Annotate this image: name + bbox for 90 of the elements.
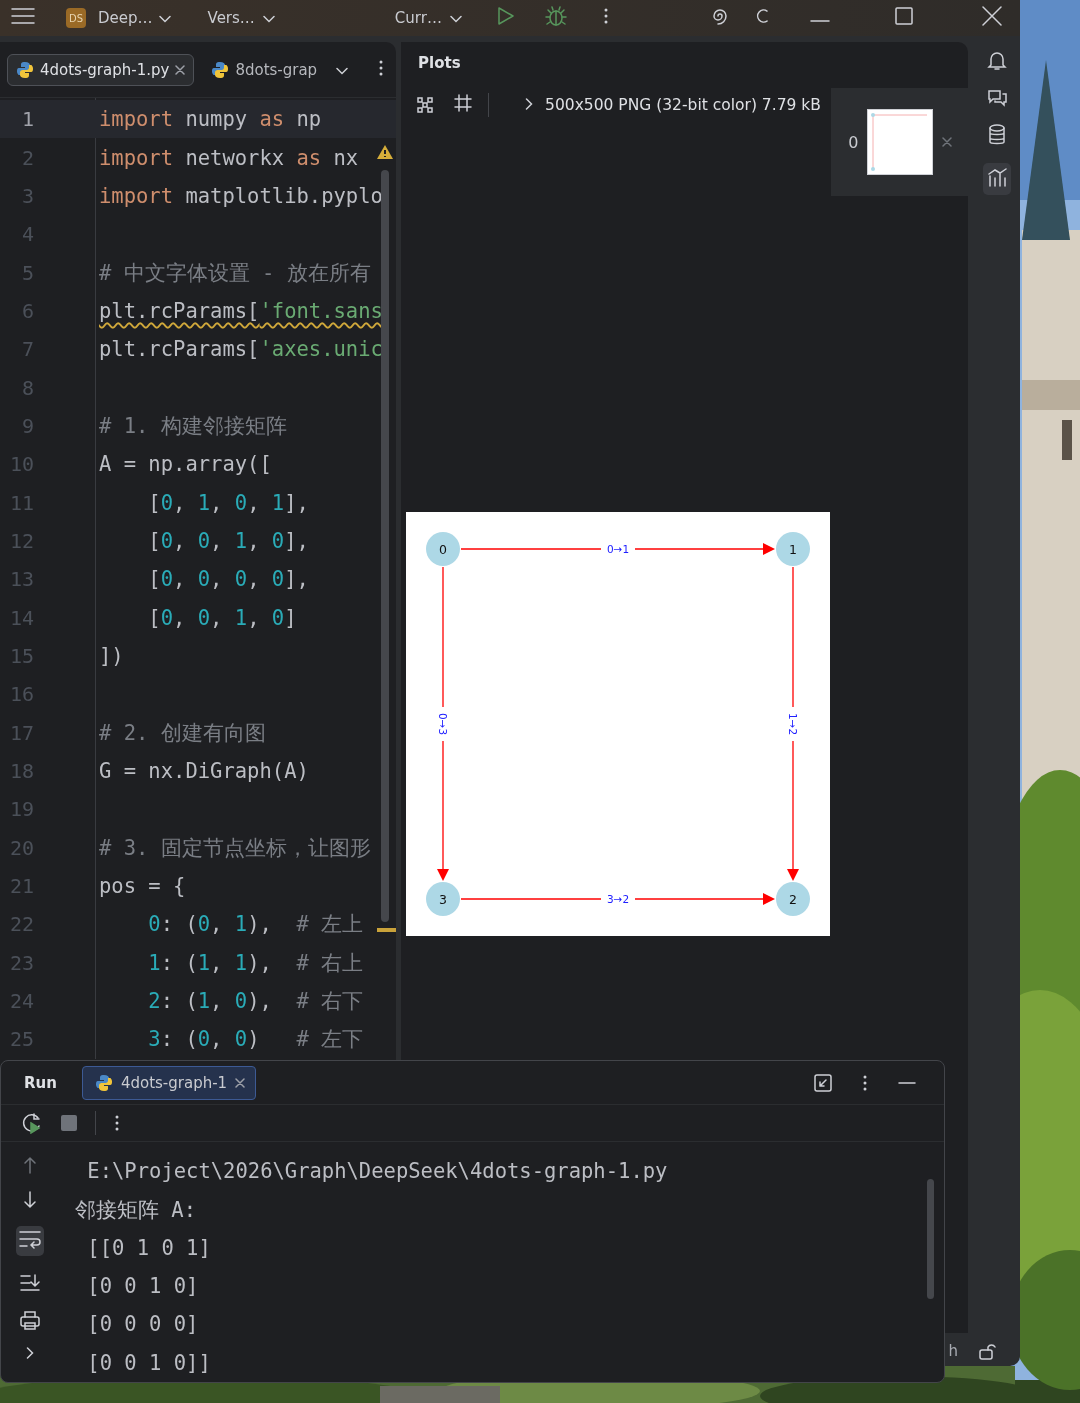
vcs-menu[interactable]: Vers… bbox=[207, 9, 255, 27]
edge-label: 3→2 bbox=[606, 893, 630, 905]
down-arrow-icon[interactable] bbox=[23, 1191, 37, 1210]
code-line: [0, 0, 1, 0] bbox=[147, 605, 297, 630]
more-icon[interactable] bbox=[378, 58, 385, 77]
edge-label: 0→1 bbox=[606, 543, 630, 555]
code-line: plt.rcParams['font.sans bbox=[99, 298, 383, 323]
python-icon bbox=[94, 1073, 113, 1092]
edge-label: 1→2 bbox=[787, 712, 800, 736]
panel-title: Run bbox=[24, 1073, 57, 1092]
code-line: G = nx.DiGraph(A) bbox=[99, 759, 309, 783]
code-line: # 2. 创建有向图 bbox=[99, 720, 266, 745]
minimize-icon[interactable] bbox=[898, 1080, 916, 1085]
line-number: 1 bbox=[20, 107, 34, 132]
status-text: h bbox=[948, 1342, 958, 1360]
file-tab[interactable]: 4dots-graph-1.py bbox=[7, 53, 195, 86]
run-config-menu[interactable]: Curr… bbox=[394, 9, 442, 27]
code-line: [0, 1, 0, 1], bbox=[147, 490, 309, 515]
more-icon[interactable] bbox=[862, 1073, 868, 1092]
scroll-to-end-icon[interactable] bbox=[20, 1273, 40, 1294]
more-icon[interactable] bbox=[114, 1114, 120, 1133]
output-line: [0 0 1 0] bbox=[86, 1273, 200, 1301]
soft-wrap-icon[interactable] bbox=[19, 1229, 41, 1250]
scrollbar[interactable] bbox=[927, 1179, 934, 1299]
python-icon bbox=[211, 60, 230, 79]
code-line: pos = { bbox=[99, 874, 186, 899]
code-line: import networkx as nx bbox=[99, 145, 359, 170]
output-line: [0 0 0 0] bbox=[86, 1311, 200, 1339]
bug-icon[interactable] bbox=[544, 5, 567, 27]
output-line: E:\Project\2026\Graph\DeepSeek\4dots-graph-1.py bbox=[86, 1158, 668, 1186]
maximize-icon[interactable] bbox=[894, 7, 913, 25]
graph-node: 2 bbox=[776, 882, 811, 916]
graph-node: 0 bbox=[426, 532, 461, 566]
scroll-marker bbox=[377, 928, 396, 932]
code-line: ]) bbox=[99, 644, 124, 668]
close-icon[interactable] bbox=[235, 1077, 246, 1088]
warning-icon[interactable] bbox=[376, 144, 394, 160]
fit-icon[interactable] bbox=[416, 96, 435, 114]
chevron-down-icon[interactable] bbox=[449, 15, 462, 23]
ai-chat-icon[interactable] bbox=[985, 87, 1008, 107]
up-arrow-icon[interactable] bbox=[23, 1156, 37, 1175]
chevron-right-icon[interactable] bbox=[26, 1347, 34, 1360]
plot-thumbnail[interactable] bbox=[867, 109, 934, 175]
arc-icon[interactable] bbox=[754, 8, 769, 24]
output-line: [[0 1 0 1] bbox=[86, 1234, 212, 1262]
project-badge: DS bbox=[66, 8, 86, 28]
project-menu[interactable]: Deep… bbox=[98, 9, 153, 27]
print-icon[interactable] bbox=[20, 1310, 40, 1331]
code-line: import numpy as np bbox=[99, 107, 322, 132]
bell-icon[interactable] bbox=[986, 50, 1007, 70]
lock-icon[interactable] bbox=[978, 1342, 996, 1360]
chart-icon[interactable] bbox=[986, 167, 1007, 187]
code-line: # 中文字体设置 - 放在所有 bbox=[99, 260, 371, 285]
run-icon[interactable] bbox=[496, 6, 515, 26]
chevron-right-icon[interactable] bbox=[525, 98, 534, 110]
output-line: [0 0 1 0]] bbox=[86, 1349, 212, 1377]
scrollbar[interactable] bbox=[381, 170, 389, 922]
chevron-down-icon[interactable] bbox=[158, 15, 171, 23]
more-icon[interactable] bbox=[602, 7, 609, 25]
edge-label: 0→3 bbox=[437, 712, 450, 736]
database-icon[interactable] bbox=[986, 124, 1007, 146]
code-line: plt.rcParams['axes.unic bbox=[99, 337, 383, 362]
chevron-down-icon[interactable] bbox=[262, 15, 275, 23]
tabs-menu-icon[interactable] bbox=[336, 66, 349, 75]
code-line: 2: (1, 0), # 右下 bbox=[147, 989, 364, 1014]
run-tab[interactable]: 4dots-graph-1 bbox=[81, 1065, 257, 1100]
code-line: [0, 0, 1, 0], bbox=[147, 528, 309, 553]
code-line: [0, 0, 0, 0], bbox=[147, 567, 309, 592]
code-line: # 1. 构建邻接矩阵 bbox=[99, 413, 287, 438]
code-line: 0: (0, 1), # 左上 bbox=[147, 912, 364, 937]
menu-icon[interactable] bbox=[11, 6, 35, 26]
panel-title: Plots bbox=[417, 53, 462, 74]
code-line: import matplotlib.pyplo bbox=[99, 183, 383, 208]
graph-node: 3 bbox=[426, 882, 461, 916]
output-line: 邻接矩阵 A: bbox=[75, 1196, 198, 1224]
plot-index: 0 bbox=[848, 132, 859, 152]
close-icon[interactable] bbox=[175, 64, 186, 75]
graph-node: 1 bbox=[776, 532, 811, 566]
code-line: 1: (1, 1), # 右上 bbox=[147, 950, 364, 975]
minimize-icon[interactable] bbox=[809, 19, 830, 23]
hash-icon[interactable] bbox=[454, 94, 473, 112]
code-line: # 3. 固定节点坐标，让图形 bbox=[99, 835, 371, 860]
rerun-icon[interactable] bbox=[21, 1112, 43, 1135]
code-line: 3: (0, 0) # 左下 bbox=[147, 1027, 364, 1052]
code-line: A = np.array([ bbox=[99, 452, 272, 477]
image-info: 500x500 PNG (32-bit color) 7.79 kB bbox=[545, 96, 821, 114]
restore-icon[interactable] bbox=[814, 1073, 832, 1092]
file-tab[interactable]: 8dots-grap bbox=[202, 53, 327, 86]
stop-icon[interactable] bbox=[61, 1115, 77, 1132]
python-icon bbox=[16, 60, 34, 79]
